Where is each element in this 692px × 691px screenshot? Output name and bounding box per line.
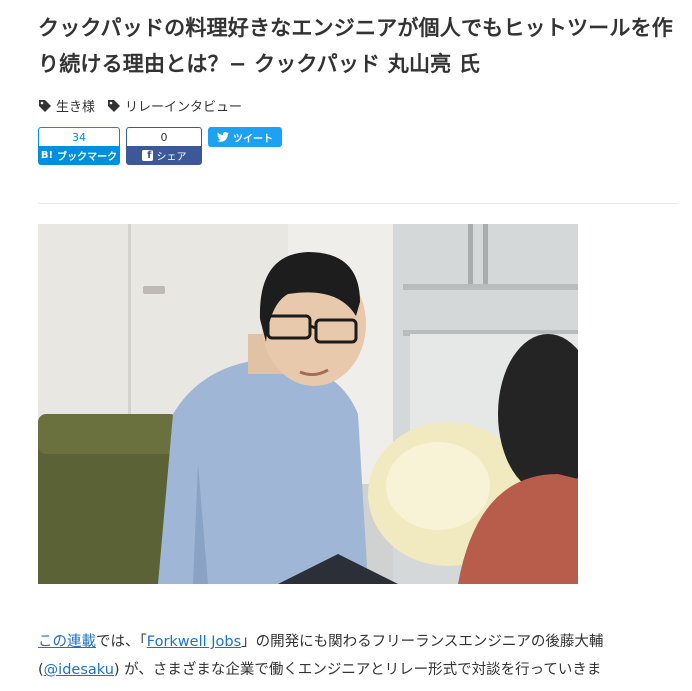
tweet-button[interactable]: ツイート (208, 127, 282, 147)
facebook-label: シェア (156, 152, 187, 163)
tag-label: 生き様 (56, 100, 96, 115)
photo-illustration (38, 224, 578, 584)
tag-icon (39, 99, 51, 112)
tweet-label: ツイート (233, 133, 273, 145)
idesaku-link[interactable]: @idesaku (44, 662, 114, 678)
tag-icon (108, 99, 121, 112)
body-text-1: では、「 (96, 634, 147, 650)
twitter-bird-icon (217, 132, 229, 142)
facebook-count[interactable]: 0 (126, 127, 202, 146)
facebook-icon: f (141, 150, 153, 161)
hatena-bookmark-button[interactable]: B! ブックマーク (38, 146, 120, 165)
article-title: クックパッドの料理好きなエンジニアが個人でもヒットツールを作り続ける理由とは？−… (38, 16, 673, 76)
section-divider (38, 203, 678, 204)
tag-relay-interview[interactable]: リレーインタビュー (107, 96, 242, 115)
hatena-count[interactable]: 34 (38, 127, 120, 146)
facebook-share-button[interactable]: f シェア (126, 146, 202, 165)
tag-ikizama[interactable]: 生き様 (38, 96, 95, 115)
tag-label: リレーインタビュー (125, 100, 243, 115)
tag-list: 生き様 リレーインタビュー (38, 96, 242, 115)
forkwell-jobs-link[interactable]: Forkwell Jobs (147, 634, 241, 650)
body-text-4: ) が、さまざまな企業で働くエンジニアとリレー形式で対談を行っていきま (113, 662, 602, 678)
hatena-label: ブックマーク (57, 152, 118, 163)
article-body-intro: この連載では、「Forkwell Jobs」の開発にも関わるフリーランスエンジニ… (38, 628, 678, 684)
hatena-icon: B! (40, 150, 54, 161)
share-buttons: 34 B! ブックマーク 0 f シェア ツイート (38, 127, 282, 165)
hatena-bookmark-widget: 34 B! ブックマーク (38, 127, 120, 165)
facebook-share-widget: 0 f シェア (126, 127, 202, 165)
series-link[interactable]: この連載 (38, 634, 96, 650)
body-text-2: 」の開発にも関わるフリーランスエンジニアの後藤大輔 (241, 634, 604, 650)
interview-photo (38, 224, 578, 584)
